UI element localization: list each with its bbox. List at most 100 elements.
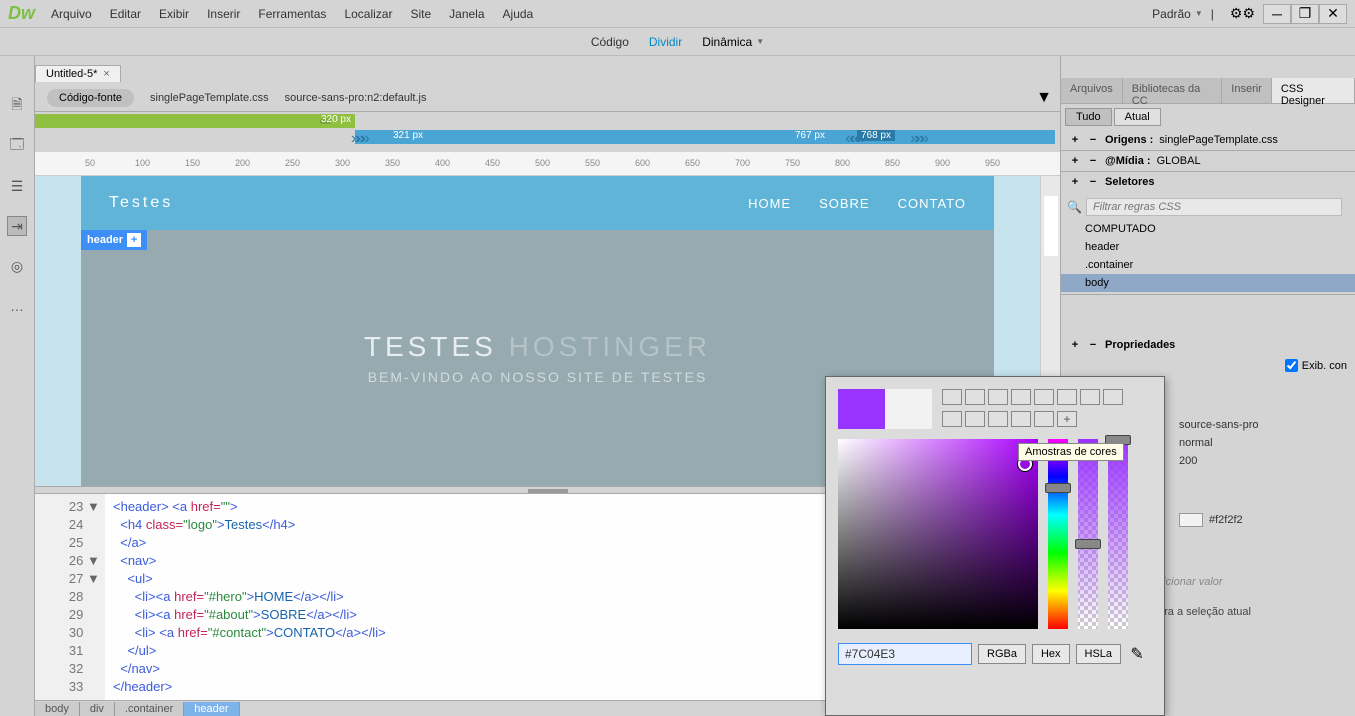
saturation-lightness-picker[interactable] [838,439,1038,629]
swatch[interactable] [1057,389,1077,405]
swatch[interactable] [988,389,1008,405]
breakpoint-mobile[interactable]: ««« 320 px [35,114,355,128]
preview-header[interactable]: Testes HOME SOBRE CONTATO [81,176,994,230]
crumb-header[interactable]: header [184,702,239,716]
alpha-thumb[interactable] [1075,539,1101,549]
swatch[interactable] [1103,389,1123,405]
crumb-body[interactable]: body [35,702,80,716]
breakpoint-tablet[interactable]: »»» 321 px 767 px ««« 768 px »»» [355,130,1055,144]
indent-icon[interactable]: ⇥ [7,216,27,236]
swatch[interactable] [1011,411,1031,427]
scroll-thumb[interactable] [1044,196,1058,256]
swatch[interactable] [988,411,1008,427]
minimize-button[interactable]: ─ [1263,4,1291,24]
nav-home[interactable]: HOME [748,196,791,211]
minus-icon[interactable]: − [1087,176,1099,188]
plus-icon[interactable]: + [127,233,141,247]
document-tab[interactable]: Untitled-5* × [35,65,121,82]
more-icon[interactable]: … [7,296,27,316]
menu-ferramentas[interactable]: Ferramentas [258,7,326,21]
related-file-js[interactable]: source-sans-pro:n2:default.js [285,92,427,104]
mode-rgba[interactable]: RGBa [978,644,1026,664]
minus-icon[interactable]: − [1087,155,1099,167]
ruler-tick: 400 [435,158,450,168]
filter-icon[interactable]: ▼ [1036,89,1052,107]
tab-css-designer[interactable]: CSS Designer [1272,78,1355,103]
swatch[interactable] [942,411,962,427]
filter-selectors-input[interactable] [1086,198,1342,216]
restore-button[interactable]: ❐ [1291,4,1319,24]
nav-contato[interactable]: CONTATO [898,196,966,211]
swatch[interactable] [1011,389,1031,405]
swatch[interactable] [942,389,962,405]
source-code-button[interactable]: Código-fonte [47,89,134,107]
menu-localizar[interactable]: Localizar [344,7,392,21]
breakpoint-ruler[interactable]: ««« 320 px »»» 321 px 767 px ««« 768 px … [35,112,1060,144]
selector-header[interactable]: header [1061,238,1355,256]
prop-font-style[interactable]: normal [1179,437,1213,449]
midia-value[interactable]: GLOBAL [1157,155,1201,167]
element-tag-label: header [87,234,123,246]
ruler-tick: 600 [635,158,650,168]
menu-janela[interactable]: Janela [449,7,484,21]
view-live-dropdown[interactable]: Dinâmica ▼ [702,35,764,49]
menu-inserir[interactable]: Inserir [207,7,240,21]
tab-arquivos[interactable]: Arquivos [1061,78,1123,103]
selector-body[interactable]: body [1061,274,1355,292]
element-selection-tag[interactable]: header + [81,230,147,250]
mode-hex[interactable]: Hex [1032,644,1070,664]
swatch[interactable] [1080,389,1100,405]
related-file-css[interactable]: singlePageTemplate.css [150,92,269,104]
alpha-slider[interactable] [1078,439,1098,629]
tab-inserir[interactable]: Inserir [1222,78,1272,103]
view-code[interactable]: Código [591,35,629,49]
prop-bg-color[interactable]: #f2f2f2 [1209,514,1243,526]
list-icon[interactable]: ☰ [7,176,27,196]
hue-slider[interactable] [1048,439,1068,629]
subtab-tudo[interactable]: Tudo [1065,108,1112,126]
alpha-slider-2[interactable] [1108,439,1128,629]
ruler-tick: 900 [935,158,950,168]
plus-icon[interactable]: + [1069,339,1081,351]
file-icon[interactable]: 🗎 [7,96,27,116]
prop-font-weight[interactable]: 200 [1179,455,1197,467]
add-swatch-button[interactable]: + [1057,411,1077,427]
plus-icon[interactable]: + [1069,176,1081,188]
prop-font-family[interactable]: source-sans-pro [1179,419,1258,431]
workspace-dropdown[interactable]: Padrão ▼ | [1144,5,1222,23]
close-button[interactable]: ✕ [1319,4,1347,24]
minus-icon[interactable]: − [1087,339,1099,351]
manage-icon[interactable]: 🗔 [7,136,27,156]
menu-arquivo[interactable]: Arquivo [51,7,92,21]
swatch[interactable] [1034,389,1054,405]
menu-exibir[interactable]: Exibir [159,7,189,21]
mode-hsla[interactable]: HSLa [1076,644,1122,664]
hue-thumb[interactable] [1045,483,1071,493]
target-icon[interactable]: ◎ [7,256,27,276]
menu-editar[interactable]: Editar [110,7,141,21]
selector-container[interactable]: .container [1061,256,1355,274]
view-split[interactable]: Dividir [649,35,682,49]
preview-logo[interactable]: Testes [109,194,173,212]
selector-computado[interactable]: COMPUTADO [1061,220,1355,238]
swatch[interactable] [965,411,985,427]
crumb-div[interactable]: div [80,702,115,716]
sync-settings-icon[interactable]: ⚙⚙ [1230,5,1255,22]
menu-ajuda[interactable]: Ajuda [503,7,534,21]
subtab-atual[interactable]: Atual [1114,108,1161,126]
color-swatch[interactable] [1179,513,1203,527]
eyedropper-icon[interactable]: ✎ [1127,644,1147,664]
menu-site[interactable]: Site [410,7,431,21]
exib-checkbox[interactable] [1285,359,1298,372]
swatch[interactable] [1034,411,1054,427]
nav-sobre[interactable]: SOBRE [819,196,870,211]
crumb-container[interactable]: .container [115,702,184,716]
plus-icon[interactable]: + [1069,155,1081,167]
minus-icon[interactable]: − [1087,134,1099,146]
swatch[interactable] [965,389,985,405]
tab-bibliotecas[interactable]: Bibliotecas da CC [1123,78,1222,103]
hex-input[interactable] [838,643,972,665]
close-icon[interactable]: × [103,68,109,80]
origens-value[interactable]: singlePageTemplate.css [1159,134,1278,146]
plus-icon[interactable]: + [1069,134,1081,146]
